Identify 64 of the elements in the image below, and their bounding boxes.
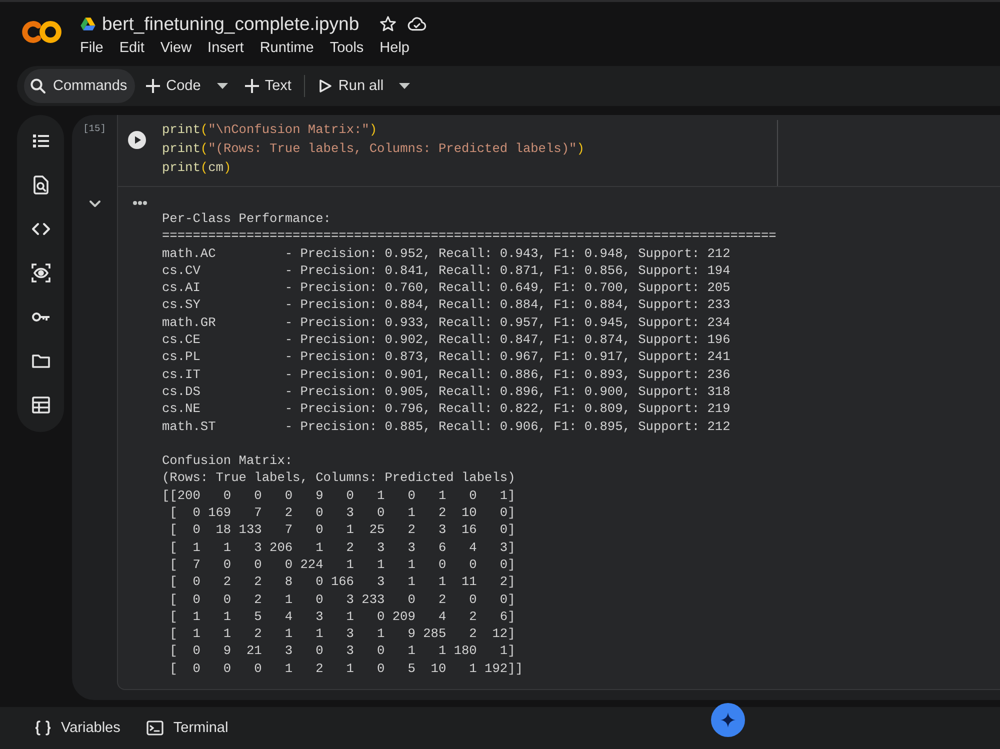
play-icon: [128, 131, 146, 149]
menu-item[interactable]: Insert: [208, 40, 244, 56]
output-line: cs.CE - Precision: 0.902, Recall: 0.847, F1: 0.874, Support: 196: [162, 331, 732, 348]
execution-count: [15]: [83, 123, 106, 135]
add-text-button[interactable]: Text: [242, 72, 294, 100]
menu-item[interactable]: Runtime: [260, 40, 314, 56]
output-line: (Rows: True labels, Columns: Predicted labels): [162, 469, 516, 487]
output-line: cs.AI - Precision: 0.760, Recall: 0.649, F1: 0.700, Support: 205: [162, 279, 732, 296]
plus-icon: [244, 79, 259, 93]
commands-button[interactable]: Commands: [24, 69, 136, 103]
menu-item[interactable]: View: [160, 40, 192, 56]
output-line: [ 0 0 0 1 2 1 0 5 10 1 192]]: [168, 660, 524, 678]
run-all-button[interactable]: Run all: [315, 72, 387, 100]
menu-item[interactable]: Help: [380, 40, 410, 56]
output-line: cs.PL - Precision: 0.873, Recall: 0.967, F1: 0.917, Support: 241: [162, 348, 732, 366]
run-cell-button[interactable]: [128, 131, 146, 149]
sparkle-icon: [719, 711, 737, 729]
plus-icon: [146, 79, 160, 93]
output-line: [[200 0 0 0 9 0 1 0 1 0 1]: [162, 486, 516, 504]
code-line: print(cm): [162, 159, 232, 177]
output-line: [ 0 9 21 3 0 3 0 1 1 180 1]: [168, 642, 516, 660]
output-line: [ 1 1 2 1 1 3 1 9 285 2 12]: [168, 625, 516, 642]
output-line: [ 0 0 2 1 0 3 233 0 2 0 0]: [168, 590, 516, 608]
output-line: [ 1 1 3 206 1 2 3 3 6 4 3]: [168, 538, 516, 556]
output-line: cs.NE - Precision: 0.796, Recall: 0.822, F1: 0.809, Support: 219: [162, 400, 732, 418]
output-line: ================================================================================: [162, 227, 776, 245]
menu-item[interactable]: Tools: [330, 40, 364, 56]
search-icon: [30, 78, 46, 94]
triangle-logo-icon: [80, 17, 96, 31]
document-search-icon[interactable]: [30, 175, 50, 195]
output-line: math.GR - Precision: 0.933, Recall: 0.957, F1: 0.945, Support: 234: [162, 314, 732, 332]
caret-down-icon[interactable]: [398, 83, 410, 89]
terminal-button[interactable]: Terminal: [146, 719, 228, 737]
menu-item[interactable]: File: [80, 40, 104, 56]
caret-down-icon[interactable]: [216, 83, 228, 89]
output-line: cs.IT - Precision: 0.901, Recall: 0.886, F1: 0.893, Support: 236: [162, 366, 732, 383]
chevron-down-icon[interactable]: [88, 200, 100, 208]
variables-button[interactable]: Variables: [34, 719, 120, 737]
output-line: Per-Class Performance:: [162, 210, 332, 228]
output-line: [ 0 2 2 8 0 166 3 1 1 11 2]: [168, 573, 516, 591]
output-line: cs.DS - Precision: 0.905, Recall: 0.896, F1: 0.900, Support: 318: [162, 382, 732, 400]
output-line: [ 0 18 133 7 0 1 25 2 3 16 0]: [168, 521, 516, 539]
notebook-title[interactable]: bert_finetuning_complete.ipynb: [102, 13, 360, 35]
code-line: print("(Rows: True labels, Columns: Predicted labels)"): [162, 140, 586, 158]
output-line: math.ST - Precision: 0.885, Recall: 0.906, F1: 0.895, Support: 212: [162, 418, 732, 435]
braces-icon: [34, 719, 52, 737]
output-line: cs.CV - Precision: 0.841, Recall: 0.871, F1: 0.856, Support: 194: [162, 262, 732, 280]
output-line: [ 7 0 0 0 224 1 1 1 0 0 0]: [168, 556, 516, 574]
code-editor[interactable]: print("\nConfusion Matrix:") print("(Rows: True labels, Columns: Predicted labels)") print(cm): [162, 120, 778, 186]
output-line: cs.SY - Precision: 0.884, Recall: 0.884, F1: 0.884, Support: 233: [162, 296, 732, 314]
terminal-icon: [146, 719, 164, 737]
code-line: print("\nConfusion Matrix:"): [162, 121, 378, 139]
eye-scan-icon[interactable]: [30, 263, 50, 283]
add-code-button[interactable]: Code: [143, 72, 204, 100]
output-line: [ 0 169 7 2 0 3 0 1 2 10 0]: [168, 504, 516, 522]
logo-icon[interactable]: [22, 18, 62, 46]
output-line: math.AC - Precision: 0.952, Recall: 0.943, F1: 0.948, Support: 212: [162, 244, 732, 262]
table-icon[interactable]: [30, 395, 50, 415]
star-icon[interactable]: [379, 15, 398, 33]
output-line: Confusion Matrix:: [162, 452, 294, 470]
menu-item[interactable]: Edit: [119, 40, 144, 56]
more-icon[interactable]: [133, 201, 147, 205]
play-icon: [318, 79, 332, 93]
output-line: [ 1 1 5 4 3 1 0 209 4 2 6]: [168, 608, 516, 626]
